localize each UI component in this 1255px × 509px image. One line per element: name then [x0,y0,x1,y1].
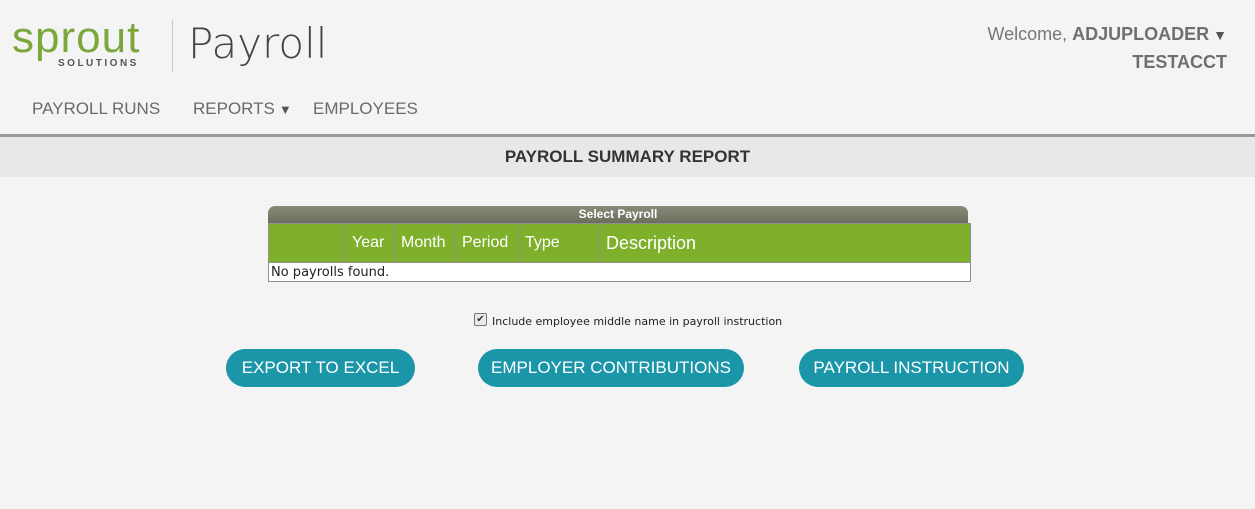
account-name: TESTACCT [1132,52,1227,72]
middle-name-option[interactable]: ✔ Include employee middle name in payrol… [474,313,783,328]
app-title: Payroll [188,19,328,68]
page-title: PAYROLL SUMMARY REPORT [0,137,1255,177]
payroll-instruction-button[interactable]: PAYROLL INSTRUCTION [799,349,1024,387]
sprout-logo[interactable]: sprout SOLUTIONS [12,16,158,76]
user-name[interactable]: ADJUPLOADER [1072,24,1209,44]
logo-subtitle: SOLUTIONS [58,58,139,69]
middle-name-label: Include employee middle name in payroll … [492,315,783,328]
column-header-description[interactable]: Description [598,223,971,263]
column-header-year[interactable]: Year [345,223,395,263]
payroll-table: Year Month Period Type Description No pa… [268,223,971,282]
table-row: No payrolls found. [268,262,971,282]
column-header-month[interactable]: Month [394,223,456,263]
logo-divider [172,20,173,72]
app-header: sprout SOLUTIONS Payroll Welcome, ADJUPL… [0,0,1255,137]
select-payroll-panel: Select Payroll Year Month Period Type De… [268,206,971,282]
employer-contributions-button[interactable]: EMPLOYER CONTRIBUTIONS [478,349,744,387]
column-header-type[interactable]: Type [518,223,599,263]
nav-payroll-runs[interactable]: PAYROLL RUNS [32,99,160,119]
logo-wordmark: sprout [12,13,141,62]
nav-employees[interactable]: EMPLOYEES [313,99,418,119]
welcome-text: Welcome, [987,24,1073,44]
reports-dropdown-caret-icon: ▼ [278,102,292,117]
column-header-select [268,223,346,263]
export-to-excel-button[interactable]: EXPORT TO EXCEL [226,349,415,387]
empty-message: No payrolls found. [268,262,971,282]
select-payroll-heading: Select Payroll [268,206,968,223]
table-header-row: Year Month Period Type Description [268,223,971,263]
user-dropdown-caret-icon[interactable]: ▼ [1213,27,1227,43]
column-header-period[interactable]: Period [455,223,519,263]
nav-reports[interactable]: REPORTS ▼ [193,99,292,119]
nav-reports-label: REPORTS [193,99,275,118]
middle-name-checkbox[interactable]: ✔ [474,313,487,326]
user-menu[interactable]: Welcome, ADJUPLOADER ▼ TESTACCT [987,24,1227,73]
